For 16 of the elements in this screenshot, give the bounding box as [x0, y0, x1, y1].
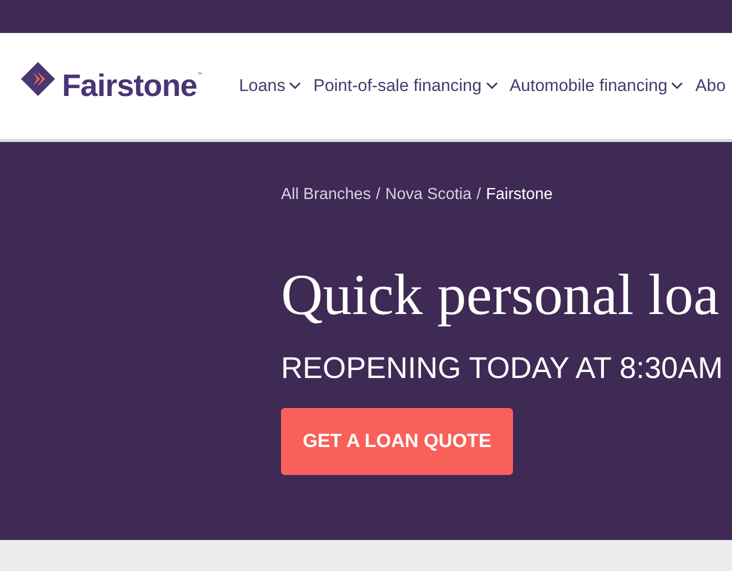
logo-text[interactable]: Fairstone: [62, 68, 198, 104]
logo-icon[interactable]: [20, 61, 56, 97]
nav-link[interactable]: Abo: [695, 76, 726, 96]
breadcrumb-separator: /: [476, 186, 481, 204]
breadcrumb-link[interactable]: All Branches: [281, 186, 371, 204]
breadcrumb-separator: /: [376, 186, 380, 204]
chevron-down-icon: [671, 82, 684, 90]
breadcrumb-link[interactable]: Nova Scotia: [385, 186, 472, 204]
chevron-down-icon: [289, 82, 302, 90]
nav-link[interactable]: Automobile financing: [510, 76, 684, 96]
opening-status: REOPENING TODAY AT 8:30AM: [281, 352, 724, 386]
hero-heading: Quick personal loa: [281, 266, 720, 324]
nav-link[interactable]: Point-of-sale financing: [313, 76, 498, 96]
breadcrumb-link[interactable]: Fairstone: [486, 186, 553, 204]
chevron-down-icon: [486, 82, 498, 90]
nav-link[interactable]: Loans: [239, 76, 302, 96]
